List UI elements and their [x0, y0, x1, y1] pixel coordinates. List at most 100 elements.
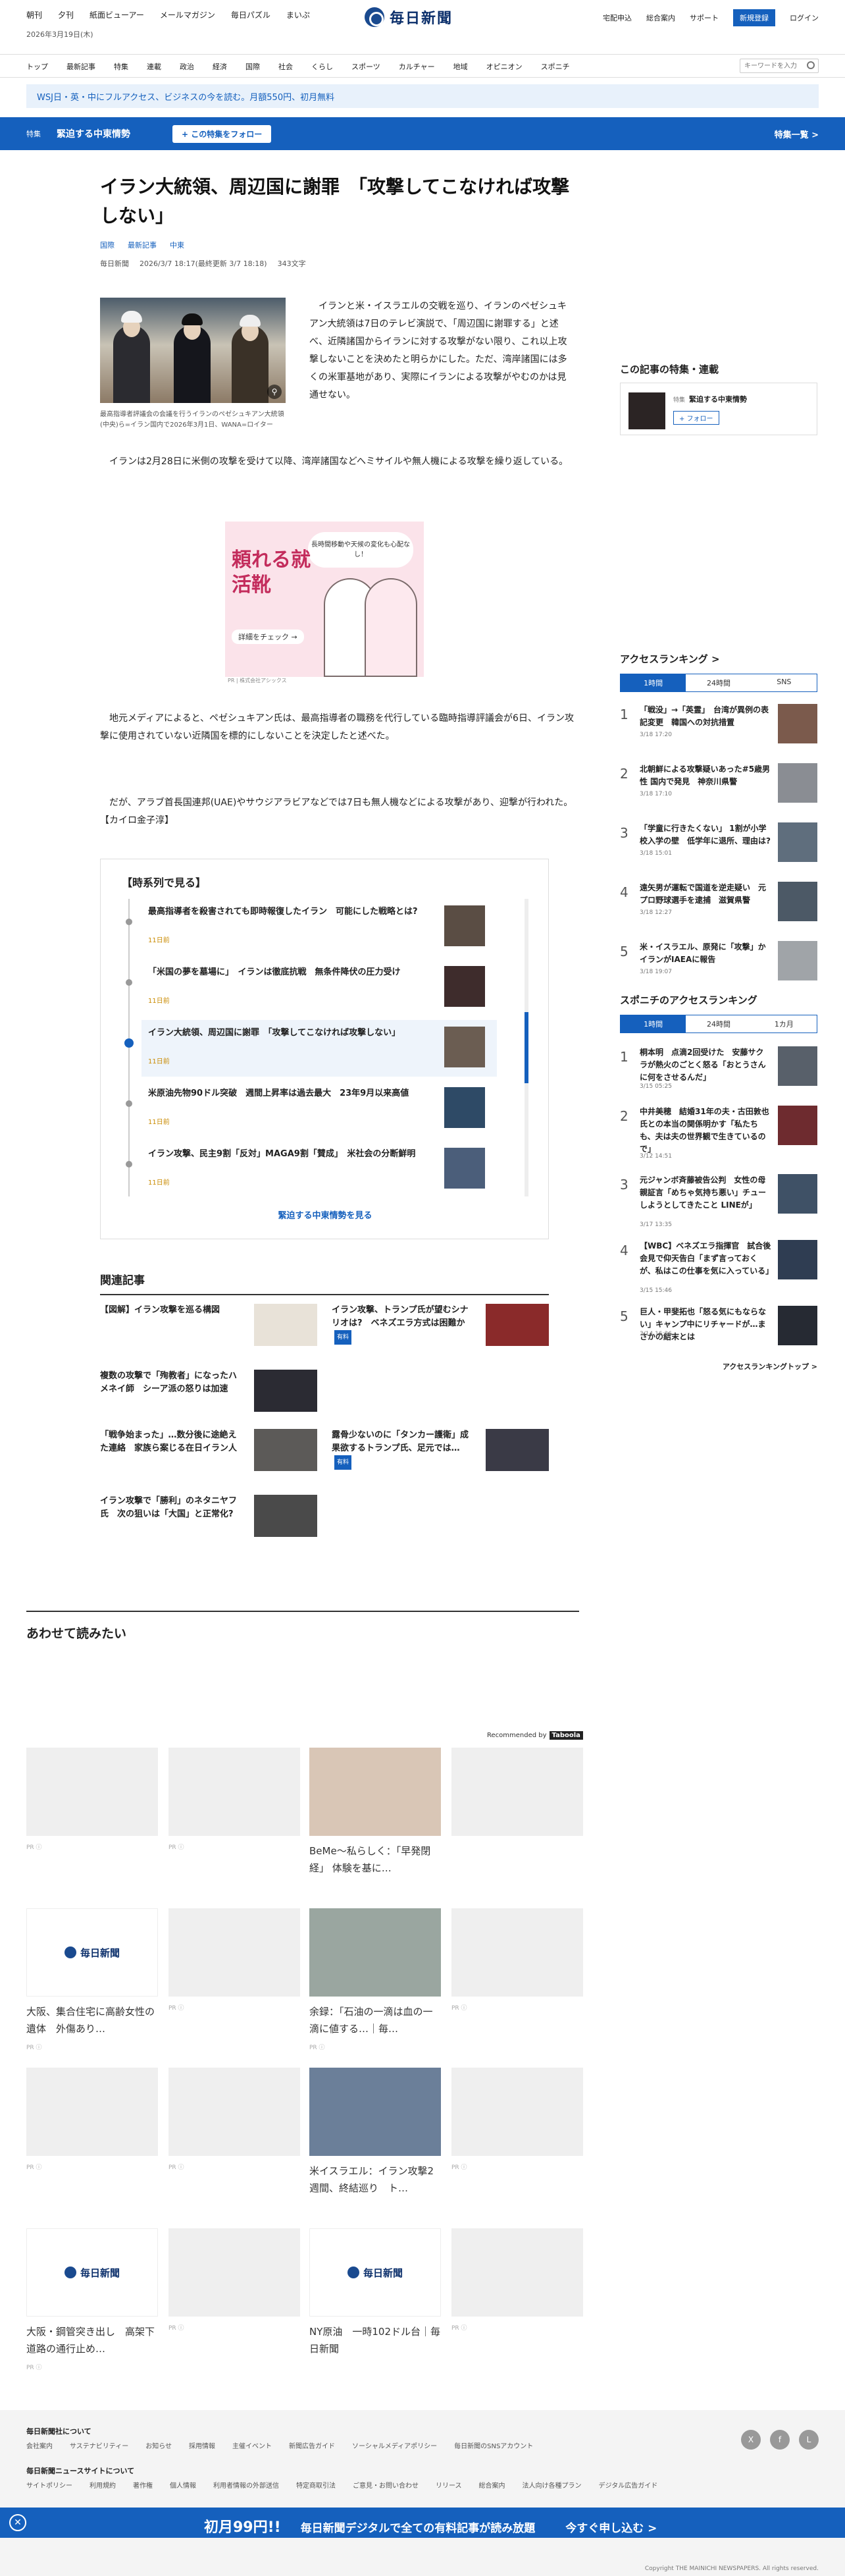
- x-icon[interactable]: X: [741, 2430, 761, 2450]
- ranking-item[interactable]: 3 元ジャンボ斉藤被告公判 女性の母親証言「めちゃ気持ち悪い」チューしようとして…: [620, 1171, 817, 1231]
- subscribe-sticky-bar[interactable]: ✕ 初月99円!! 毎日新聞デジタルで全ての有料記事が読み放題 今すぐ申し込む …: [0, 2508, 845, 2538]
- series-follow-button[interactable]: + フォロー: [673, 411, 719, 425]
- footer-link[interactable]: 著作権: [133, 2480, 153, 2490]
- footer-link[interactable]: 特定商取引法: [296, 2480, 336, 2490]
- tab-24hour[interactable]: 24時間: [686, 1015, 752, 1033]
- login-link[interactable]: ログイン: [790, 13, 819, 23]
- tab-1hour[interactable]: 1時間: [621, 1015, 686, 1033]
- ranking-item[interactable]: 5 巨人・甲斐拓也「怒る気にもならない」キャンプ中にリチャードが…まさかの結末と…: [620, 1303, 817, 1362]
- footer-link[interactable]: 毎日新聞のSNSアカウント: [454, 2440, 533, 2450]
- site-logo[interactable]: 毎日新聞: [365, 7, 453, 28]
- related-item[interactable]: 露骨少ないのに「タンカー護衛」成果欲するトランプ氏、足元では… 有料: [332, 1429, 549, 1487]
- recommend-card[interactable]: PR ⓘ: [168, 2228, 300, 2332]
- ranking-heading[interactable]: アクセスランキング >: [620, 652, 817, 666]
- tab-1hour[interactable]: 1時間: [621, 674, 686, 691]
- customer-link[interactable]: 総合案内: [646, 13, 675, 23]
- footer-link[interactable]: ご意見・お問い合わせ: [353, 2480, 419, 2490]
- nav-item[interactable]: トップ: [26, 61, 48, 72]
- recommend-card[interactable]: 毎日新聞 大阪・鋼管突き出し 高架下道路の通行止め… PR ⓘ: [26, 2228, 158, 2371]
- search-icon[interactable]: [807, 61, 815, 69]
- related-item[interactable]: 「戦争始まった」…数分後に途絶えた連絡 家族ら案じる在日イラン人: [100, 1429, 317, 1487]
- ranking-item[interactable]: 3 「学童に行きたくない」 1割が小学校入学の壁 低学年に退所、理由は? 3/1…: [620, 820, 817, 879]
- timeline-scrollbar[interactable]: [525, 899, 528, 1196]
- recommend-card[interactable]: PR ⓘ: [451, 1908, 583, 2012]
- ad-cta-button[interactable]: 詳細をチェック →: [232, 630, 304, 644]
- delivery-link[interactable]: 宅配申込: [603, 13, 632, 23]
- subscribe-cta[interactable]: 今すぐ申し込む >: [565, 2522, 657, 2535]
- ranking-item[interactable]: 5 米・イスラエル、原発に「攻撃」か イランがIAEAに報告 3/18 19:0…: [620, 938, 817, 998]
- tag-link[interactable]: 中東: [170, 240, 184, 250]
- footer-link[interactable]: 総合案内: [479, 2480, 505, 2490]
- timeline-scroll-thumb[interactable]: [525, 1012, 528, 1083]
- ranking-item[interactable]: 1 「戦没」→「英霊」 台湾が異例の表記変更 韓国への対抗措置 3/18 17:…: [620, 701, 817, 761]
- ranking-item[interactable]: 2 中井美穂 結婚31年の夫・古田敦也氏との本当の関係明かす「私たちも、夫は夫の…: [620, 1103, 817, 1162]
- footer-link[interactable]: 利用者情報の外部送信: [213, 2480, 279, 2490]
- topnav-item[interactable]: 夕刊: [58, 9, 74, 20]
- follow-feature-button[interactable]: + この特集をフォロー: [172, 125, 272, 143]
- article-photo[interactable]: ⚲: [100, 298, 286, 403]
- tab-sns[interactable]: SNS: [751, 674, 817, 691]
- footer-link[interactable]: デジタル広告ガイド: [599, 2480, 658, 2490]
- footer-link[interactable]: 法人向け各種プラン: [523, 2480, 582, 2490]
- ranking-item[interactable]: 4 【WBC】ベネズエラ指揮官 試合後会見で仰天告白「まず言っておくが、私はこの…: [620, 1237, 817, 1297]
- register-button[interactable]: 新規登録: [733, 9, 775, 26]
- timeline-item[interactable]: 米原油先物90ドル突破 週間上昇率は過去最大 23年9月以来高値 11日前: [126, 1081, 497, 1137]
- related-item[interactable]: 【図解】イラン攻撃を巡る構図: [100, 1304, 317, 1362]
- topnav-item[interactable]: まいぷ: [286, 9, 310, 20]
- feature-list-link[interactable]: 特集一覧 >: [775, 128, 819, 140]
- tag-link[interactable]: 最新記事: [128, 240, 157, 250]
- series-card[interactable]: 特集 緊迫する中東情勢 + フォロー: [620, 383, 817, 435]
- footer-link[interactable]: お知らせ: [145, 2440, 172, 2450]
- nav-item[interactable]: カルチャー: [399, 61, 435, 72]
- timeline-item[interactable]: 「米国の夢を墓場に」 イランは徹底抗戦 無条件降伏の圧力受け 11日前: [126, 959, 497, 1016]
- recommend-card[interactable]: PR ⓘ: [168, 1748, 300, 1851]
- recommend-card[interactable]: PR ⓘ: [168, 1908, 300, 2012]
- nav-item[interactable]: スポニチ: [541, 61, 570, 72]
- footer-link[interactable]: 個人情報: [170, 2480, 196, 2490]
- nav-item[interactable]: オピニオン: [486, 61, 523, 72]
- tab-1month[interactable]: 1カ月: [751, 1015, 817, 1033]
- recommend-card[interactable]: PR ⓘ: [26, 2068, 158, 2171]
- nav-item[interactable]: 連載: [147, 61, 161, 72]
- recommend-card[interactable]: 毎日新聞 大阪、集合住宅に高齢女性の遺体 外傷あり… PR ⓘ: [26, 1908, 158, 2051]
- facebook-icon[interactable]: f: [770, 2430, 790, 2450]
- nav-item[interactable]: くらし: [311, 61, 333, 72]
- recommend-card[interactable]: PR ⓘ: [451, 2228, 583, 2332]
- topnav-item[interactable]: 紙面ビューアー: [90, 9, 144, 20]
- nav-item[interactable]: 国際: [245, 61, 260, 72]
- recommend-card[interactable]: PR ⓘ: [451, 2068, 583, 2171]
- topnav-item[interactable]: 毎日パズル: [231, 9, 270, 20]
- nav-item[interactable]: スポーツ: [351, 61, 380, 72]
- timeline-item-current[interactable]: イラン大統領、周辺国に謝罪 「攻撃してこなければ攻撃しない」 11日前: [124, 1020, 497, 1077]
- recommend-card[interactable]: [451, 1748, 583, 1842]
- ranking-item[interactable]: 4 遠矢男が運転で国道を逆走疑い 元プロ野球選手を逮捕 滋賀県警 3/18 12…: [620, 879, 817, 938]
- recommender-brand[interactable]: Taboola: [549, 1731, 583, 1740]
- ranking-item[interactable]: 2 北朝鮮による攻撃疑いあった#5歳男性 国内で発見 神奈川県警 3/18 17…: [620, 761, 817, 820]
- recommend-card[interactable]: 余録：「石油の一滴は血の一滴に値する…｜毎… PR ⓘ: [309, 1908, 441, 2051]
- recommend-card[interactable]: PR ⓘ: [26, 1748, 158, 1851]
- related-item[interactable]: イラン攻撃で「勝利」のネタニヤフ氏 次の狙いは「大国」と正常化?: [100, 1495, 317, 1553]
- close-icon[interactable]: ✕: [9, 2514, 26, 2531]
- nav-item[interactable]: 最新記事: [66, 61, 95, 72]
- recommend-card[interactable]: 米イスラエル：イラン攻撃2週間、終結巡り ト…: [309, 2068, 441, 2202]
- footer-link[interactable]: 会社案内: [26, 2440, 53, 2450]
- support-link[interactable]: サポート: [690, 13, 719, 23]
- footer-link[interactable]: 新聞広告ガイド: [289, 2440, 335, 2450]
- recommend-card[interactable]: PR ⓘ: [168, 2068, 300, 2171]
- footer-link[interactable]: 採用情報: [189, 2440, 215, 2450]
- feature-title[interactable]: 緊迫する中東情勢: [57, 127, 130, 140]
- ranking-more-link[interactable]: アクセスランキングトップ >: [620, 1361, 817, 1372]
- footer-link[interactable]: 主催イベント: [232, 2440, 272, 2450]
- nav-item[interactable]: 特集: [114, 61, 128, 72]
- timeline-item[interactable]: イラン攻撃、民主9割「反対」MAGA9割「賛成」 米社会の分断鮮明 11日前: [126, 1141, 497, 1198]
- ranking-item[interactable]: 1 桐本明 点滴2回受けた 安藤サクラが熱火のごとく怒る「おとうさんに何をさせる…: [620, 1044, 817, 1103]
- related-item[interactable]: イラン攻撃、トランプ氏が望むシナリオは? ベネズエラ方式は困難か有料: [332, 1304, 549, 1362]
- related-item[interactable]: 複数の攻撃で「殉教者」になったハメネイ師 シーア派の怒りは加速: [100, 1370, 317, 1428]
- tab-24hour[interactable]: 24時間: [686, 674, 752, 691]
- promo-banner[interactable]: WSJ日・英・中にフルアクセス、ビジネスの今を読む。月額550円、初月無料: [26, 84, 819, 108]
- nav-item[interactable]: 経済: [213, 61, 227, 72]
- footer-link[interactable]: サイトポリシー: [26, 2480, 72, 2490]
- nav-item[interactable]: 社会: [278, 61, 293, 72]
- recommend-card[interactable]: 毎日新聞 NY原油 一時102ドル台｜毎日新聞: [309, 2228, 441, 2363]
- footer-link[interactable]: 利用規約: [90, 2480, 116, 2490]
